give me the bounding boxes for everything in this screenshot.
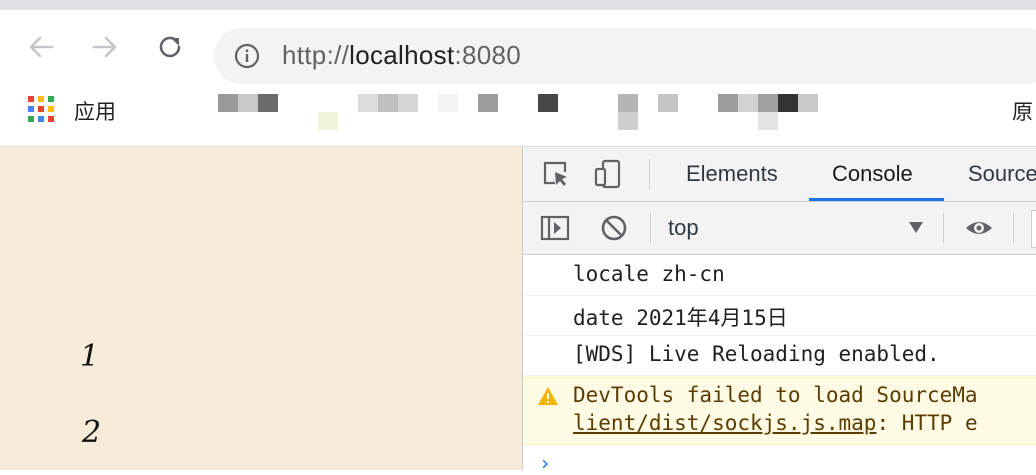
chevron-down-icon[interactable] [909, 222, 923, 233]
show-sidebar-icon[interactable] [540, 213, 570, 243]
url-text: http://localhost:8080 [282, 40, 521, 71]
warning-text-line1: DevTools failed to load SourceMa [573, 383, 978, 407]
tab-sources[interactable]: Source [968, 161, 1036, 187]
message-text: [WDS] Live Reloading enabled. [573, 342, 940, 366]
tab-elements[interactable]: Elements [686, 161, 778, 187]
message-text: locale zh-cn [573, 262, 725, 286]
tab-strip [0, 0, 1036, 10]
bookmarks-bar: 应用 原 [0, 86, 1036, 147]
console-message: [WDS] Live Reloading enabled. [523, 335, 1036, 376]
clear-console-icon[interactable] [599, 213, 629, 243]
page-item-1: 1 [80, 339, 100, 374]
address-bar[interactable]: http://localhost:8080 [214, 28, 1036, 84]
console-message: date 2021年4月15日 [523, 295, 1036, 336]
tab-console[interactable]: Console [832, 161, 913, 187]
apps-bookmark-label[interactable]: 应用 [74, 96, 116, 126]
devtools-tabbar: Elements Console Source [523, 147, 1036, 202]
bookmark-partial-label[interactable]: 原 [1012, 96, 1033, 126]
sourcemap-link[interactable]: lient/dist/sockjs.js.map [573, 411, 876, 435]
url-port: :8080 [454, 40, 522, 70]
page-item-2: 2 [82, 415, 102, 450]
back-arrow-icon [29, 36, 54, 58]
console-prompt-icon[interactable]: › [539, 451, 551, 475]
filter-input[interactable] [1031, 210, 1036, 248]
active-tab-indicator [809, 198, 944, 201]
browser-toolbar: http://localhost:8080 [0, 10, 1036, 86]
reload-button[interactable] [155, 32, 185, 62]
page-viewport: 1 2 [0, 147, 522, 470]
forward-arrow-icon [92, 36, 117, 58]
context-selector[interactable]: top [668, 215, 699, 241]
warning-text-line2: lient/dist/sockjs.js.map: HTTP e [573, 411, 978, 435]
reload-icon [159, 36, 181, 58]
toolbar-divider [1013, 213, 1014, 243]
device-toolbar-icon[interactable] [593, 159, 623, 189]
url-scheme: http:// [282, 40, 350, 70]
inspect-element-icon[interactable] [541, 159, 571, 189]
back-button[interactable] [26, 32, 56, 62]
url-host: localhost [349, 40, 455, 70]
warning-text-rest: : HTTP e [876, 411, 978, 435]
warning-icon [538, 387, 558, 405]
apps-grid-icon[interactable] [28, 96, 54, 122]
console-output: locale zh-cn date 2021年4月15日 [WDS] Live … [523, 255, 1036, 475]
toolbar-divider [649, 159, 650, 189]
console-warning: DevTools failed to load SourceMa lient/d… [523, 377, 1036, 445]
info-icon[interactable] [234, 43, 260, 69]
console-message: locale zh-cn [523, 255, 1036, 296]
toolbar-divider [943, 213, 944, 243]
console-toolbar: top [523, 202, 1036, 255]
forward-button[interactable] [90, 32, 120, 62]
live-expression-eye-icon[interactable] [964, 213, 994, 243]
toolbar-divider [650, 213, 651, 243]
message-text: date 2021年4月15日 [573, 306, 788, 330]
devtools-panel: Elements Console Source top locale zh-cn [522, 147, 1036, 475]
